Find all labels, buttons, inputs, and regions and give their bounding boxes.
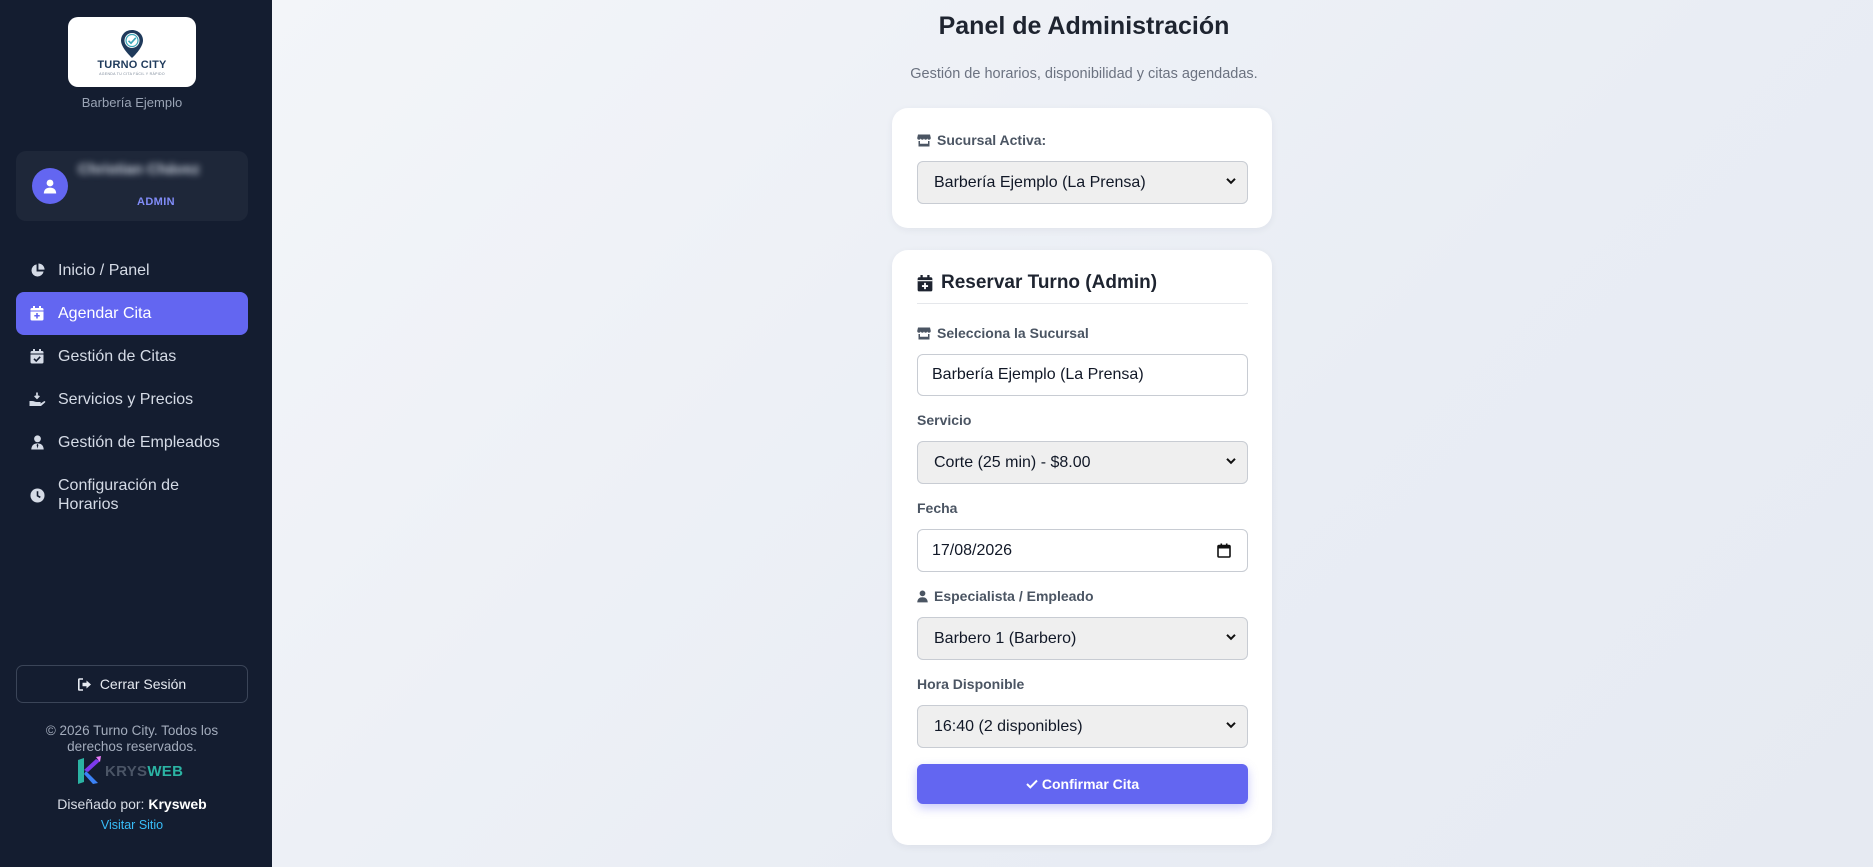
chevron-down-icon bbox=[1226, 178, 1236, 185]
store-icon bbox=[917, 327, 931, 340]
logout-button[interactable]: Cerrar Sesión bbox=[16, 665, 248, 703]
branch-label: Selecciona la Sucursal bbox=[937, 325, 1089, 341]
branch-label-row: Selecciona la Sucursal bbox=[917, 325, 1089, 341]
employee-label-row: Especialista / Empleado bbox=[917, 588, 1094, 604]
sidebar-item-inicio-panel[interactable]: Inicio / Panel bbox=[16, 249, 248, 292]
krysweb-logo-icon bbox=[78, 756, 101, 784]
user-name: Christian Chávez bbox=[78, 161, 200, 178]
chevron-down-icon bbox=[1226, 722, 1236, 729]
designed-by: Diseñado por: Krysweb bbox=[0, 796, 264, 812]
booking-card: Reservar Turno (Admin) Selecciona la Suc… bbox=[892, 250, 1272, 845]
calendar-picker-icon[interactable] bbox=[1217, 543, 1231, 558]
logout-label: Cerrar Sesión bbox=[99, 676, 187, 692]
pie-chart-icon bbox=[28, 262, 46, 280]
time-label: Hora Disponible bbox=[917, 676, 1025, 692]
main-content: Panel de Administración Gestión de horar… bbox=[272, 0, 1873, 867]
active-branch-value: Barbería Ejemplo (La Prensa) bbox=[934, 173, 1146, 191]
booking-title-text: Reservar Turno (Admin) bbox=[941, 272, 1158, 293]
sign-out-icon bbox=[77, 677, 92, 691]
time-value: 16:40 (2 disponibles) bbox=[934, 717, 1083, 735]
employee-label: Especialista / Empleado bbox=[934, 588, 1094, 604]
booking-title: Reservar Turno (Admin) bbox=[917, 272, 1157, 294]
chevron-down-icon bbox=[1226, 634, 1236, 641]
clock-icon bbox=[28, 486, 46, 504]
date-input[interactable]: 17/08/2026 bbox=[917, 529, 1248, 572]
check-icon bbox=[1026, 779, 1038, 789]
sidebar-item-label: Agendar Cita bbox=[58, 304, 152, 322]
location-pin-icon bbox=[121, 29, 143, 58]
employee-select[interactable]: Barbero 1 (Barbero) bbox=[917, 617, 1248, 660]
store-icon bbox=[917, 134, 931, 147]
date-value: 17/08/2026 bbox=[932, 541, 1013, 559]
sidebar-nav: Inicio / Panel Agendar Cita Gestión de C… bbox=[16, 249, 248, 526]
sidebar-item-gestion-empleados[interactable]: Gestión de Empleados bbox=[16, 421, 248, 464]
service-label: Servicio bbox=[917, 412, 972, 428]
copyright-text: © 2026 Turno City. Todos los derechos re… bbox=[45, 723, 219, 754]
sidebar-item-label: Inicio / Panel bbox=[58, 261, 150, 279]
sidebar-item-configuracion-horarios[interactable]: Configuración de Horarios bbox=[16, 464, 248, 526]
avatar bbox=[32, 168, 68, 204]
time-select[interactable]: 16:40 (2 disponibles) bbox=[917, 705, 1248, 748]
branch-input[interactable]: Barbería Ejemplo (La Prensa) bbox=[917, 354, 1248, 396]
sidebar: TURNO CITY AGENDA TU CITA FÁCIL Y RÁPIDO… bbox=[0, 0, 272, 867]
active-branch-select[interactable]: Barbería Ejemplo (La Prensa) bbox=[917, 161, 1248, 204]
calendar-check-icon bbox=[28, 348, 46, 366]
branch-input-value: Barbería Ejemplo (La Prensa) bbox=[932, 366, 1144, 383]
krysweb-wordmark-part-2: WEB bbox=[147, 762, 184, 780]
designed-by-name: Krysweb bbox=[148, 796, 207, 812]
hand-holding-icon bbox=[28, 391, 46, 409]
user-icon bbox=[917, 589, 928, 603]
sidebar-item-agendar-cita[interactable]: Agendar Cita bbox=[16, 292, 248, 335]
sidebar-item-servicios-precios[interactable]: Servicios y Precios bbox=[16, 378, 248, 421]
confirm-button[interactable]: Confirmar Cita bbox=[917, 764, 1248, 804]
user-role-badge: ADMIN bbox=[136, 196, 176, 208]
active-branch-label-row: Sucursal Activa: bbox=[917, 132, 1046, 148]
logo[interactable]: TURNO CITY AGENDA TU CITA FÁCIL Y RÁPIDO bbox=[68, 17, 196, 87]
sidebar-item-label: Gestión de Citas bbox=[58, 347, 177, 365]
service-select[interactable]: Corte (25 min) - $8.00 bbox=[917, 441, 1248, 484]
confirm-label: Confirmar Cita bbox=[1041, 776, 1140, 792]
user-card: Christian Chávez ADMIN bbox=[16, 151, 248, 221]
user-icon bbox=[43, 179, 57, 193]
business-name: Barbería Ejemplo bbox=[81, 95, 183, 110]
user-tie-icon bbox=[28, 434, 46, 452]
divider bbox=[917, 303, 1248, 304]
page-title: Panel de Administración bbox=[938, 12, 1230, 40]
calendar-plus-icon bbox=[28, 305, 46, 323]
krysweb-wordmark-part-1: KRYS bbox=[105, 762, 148, 780]
employee-value: Barbero 1 (Barbero) bbox=[934, 629, 1077, 647]
service-value: Corte (25 min) - $8.00 bbox=[934, 453, 1091, 471]
date-label: Fecha bbox=[917, 500, 958, 516]
active-branch-label: Sucursal Activa: bbox=[937, 132, 1047, 148]
logo-text: TURNO CITY bbox=[97, 58, 167, 71]
chevron-down-icon bbox=[1226, 458, 1236, 465]
active-branch-card: Sucursal Activa: Barbería Ejemplo (La Pr… bbox=[892, 108, 1272, 228]
krysweb-logo[interactable]: KRYSWEB bbox=[76, 756, 183, 786]
page-subtitle: Gestión de horarios, disponibilidad y ci… bbox=[910, 66, 1258, 82]
visit-site-link[interactable]: Visitar Sitio bbox=[0, 818, 264, 832]
sidebar-item-label: Gestión de Empleados bbox=[58, 433, 220, 451]
designed-by-prefix: Diseñado por: bbox=[57, 796, 145, 812]
calendar-plus-icon bbox=[917, 274, 933, 292]
sidebar-item-label: Servicios y Precios bbox=[58, 390, 194, 408]
sidebar-item-gestion-citas[interactable]: Gestión de Citas bbox=[16, 335, 248, 378]
logo-tagline: AGENDA TU CITA FÁCIL Y RÁPIDO bbox=[99, 71, 165, 76]
krysweb-wordmark: KRYSWEB bbox=[105, 763, 183, 780]
sidebar-item-label: Configuración de Horarios bbox=[58, 477, 179, 513]
